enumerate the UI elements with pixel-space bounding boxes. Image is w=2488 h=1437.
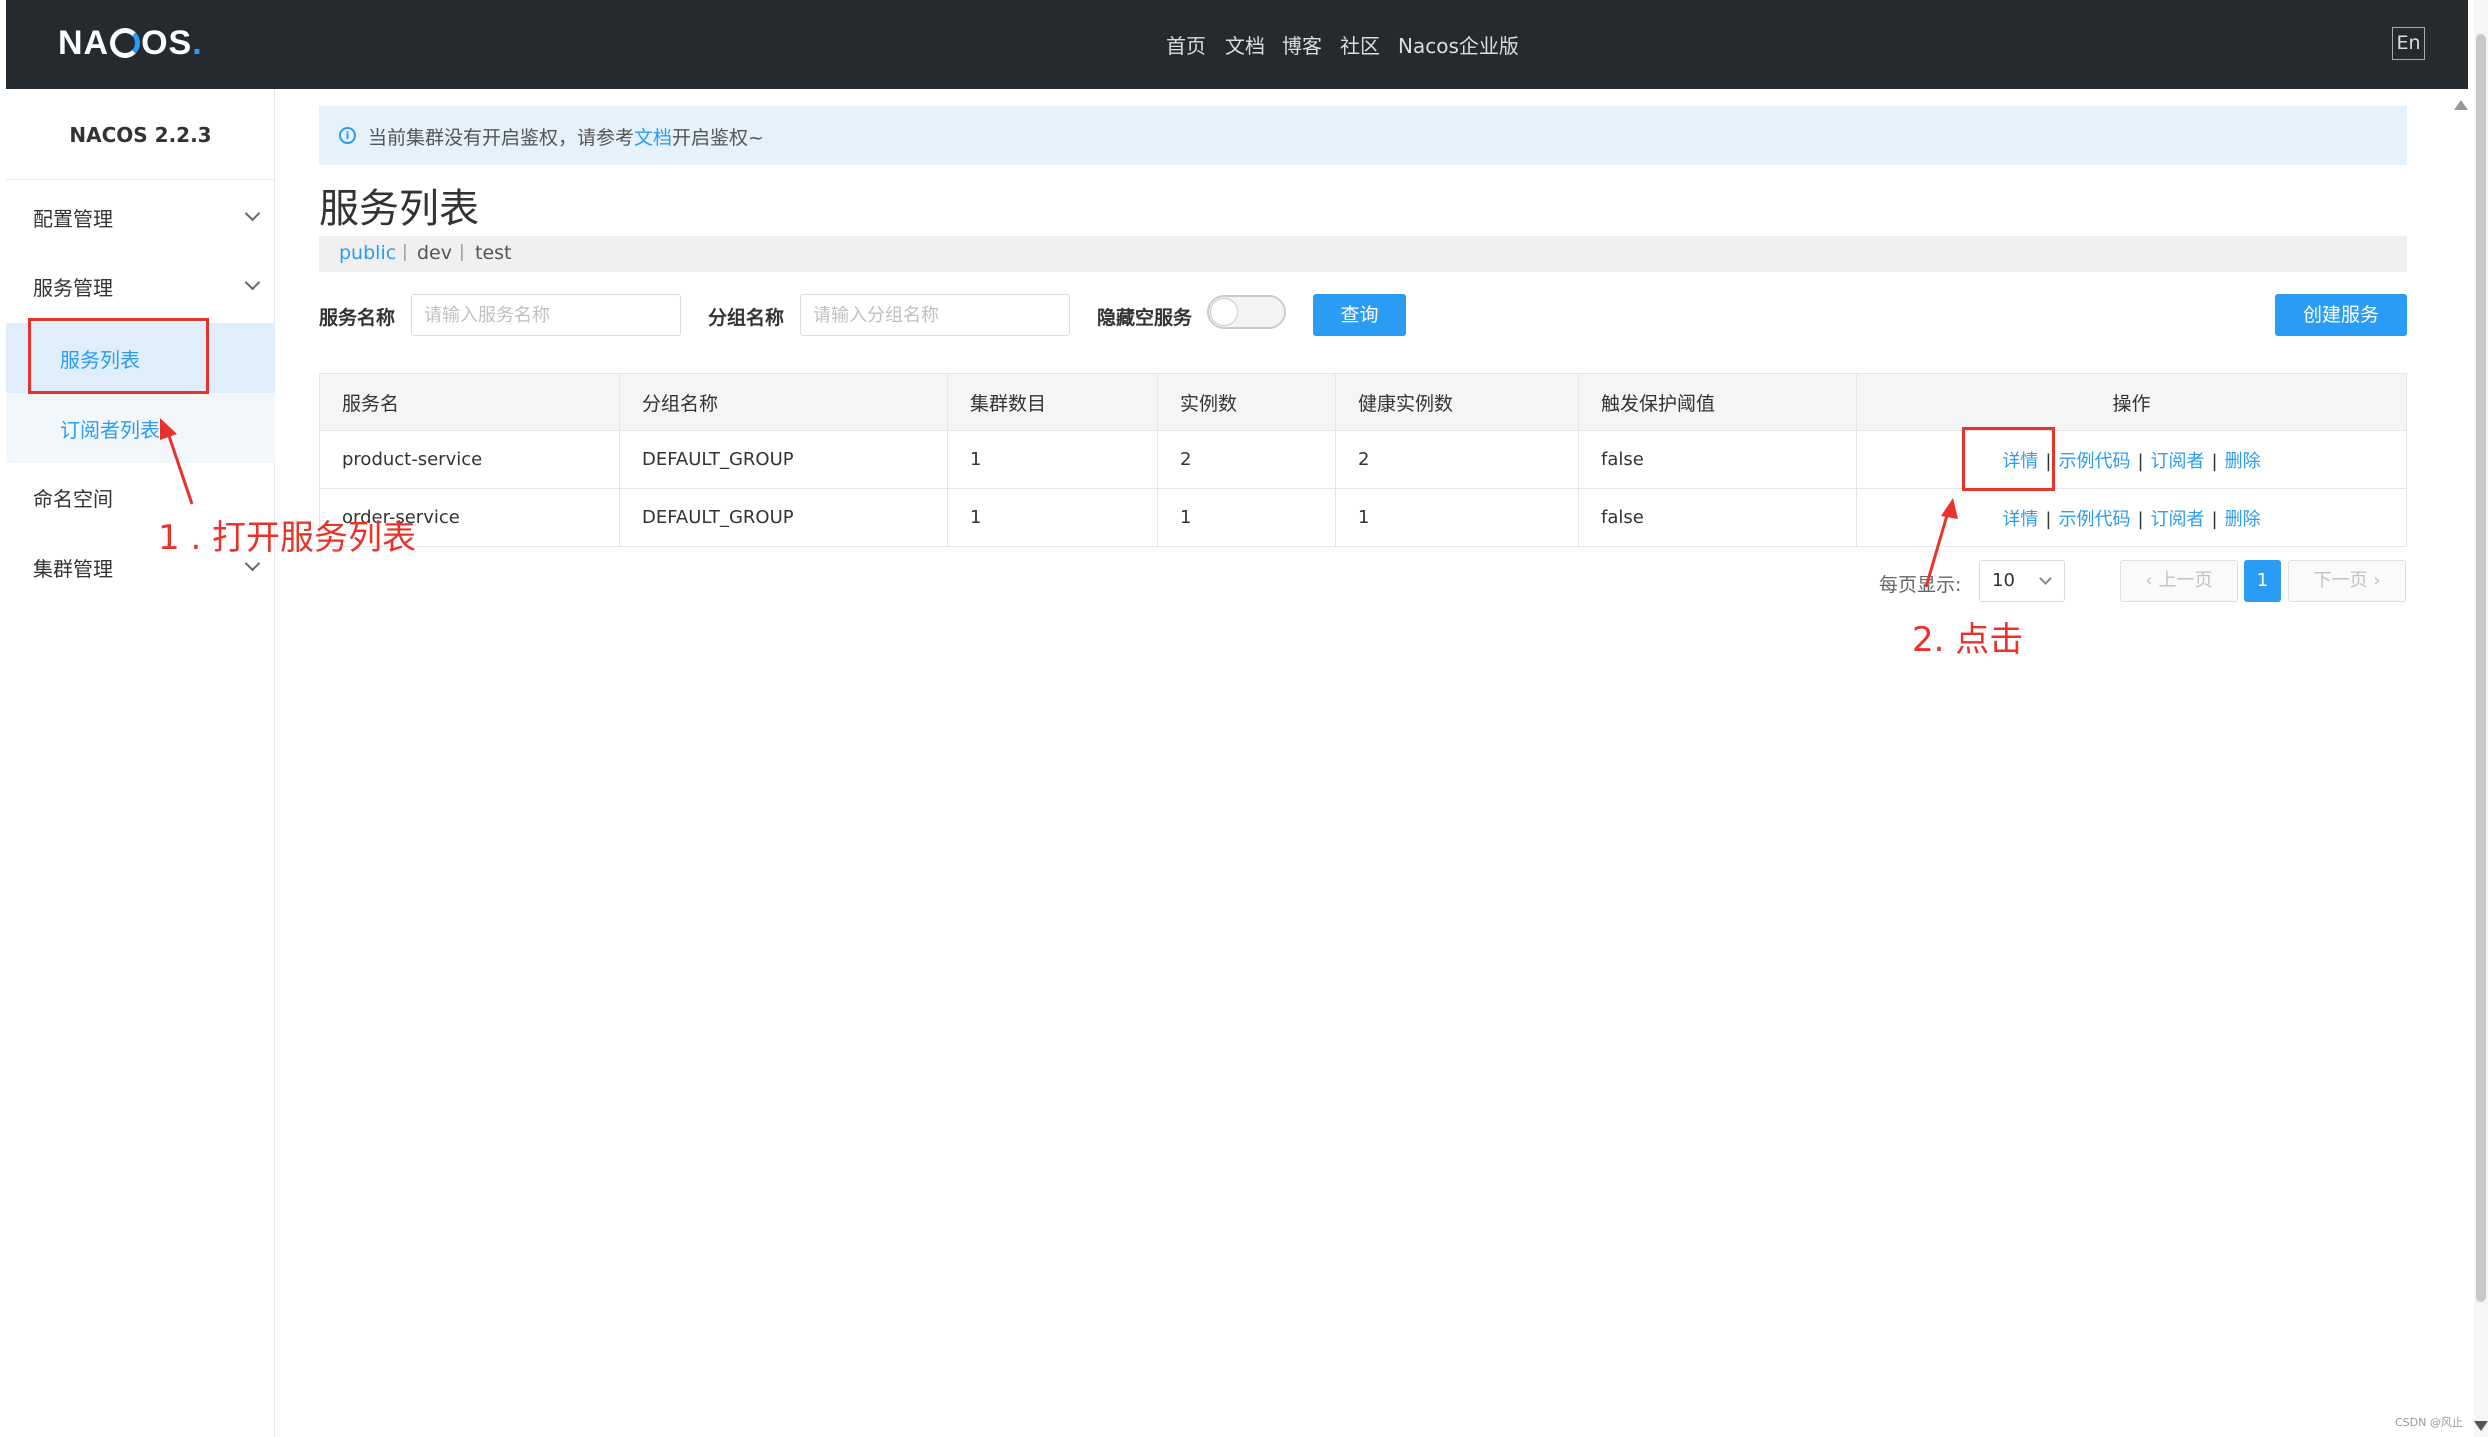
cell-instance-count: 1 — [1157, 488, 1336, 547]
sidebar-divider — [6, 179, 275, 180]
annotation-note-1: 1 . 打开服务列表 — [158, 518, 417, 558]
group-name-label: 分组名称 — [708, 307, 785, 329]
column-header: 操作 — [1856, 373, 2407, 431]
info-icon: i — [339, 127, 356, 144]
nav-enterprise-link[interactable]: Nacos企业版 — [1398, 30, 1519, 59]
subscriber-link[interactable]: 订阅者 — [2151, 509, 2205, 530]
nav-docs-link[interactable]: 文档 — [1225, 30, 1265, 59]
column-header: 实例数 — [1157, 373, 1336, 431]
column-header: 触发保护阈值 — [1578, 373, 1857, 431]
scroll-up-icon[interactable] — [2454, 100, 2468, 110]
column-header: 服务名 — [319, 373, 620, 431]
sidebar-item-namespace[interactable]: 命名空间 — [33, 483, 113, 512]
hide-empty-label: 隐藏空服务 — [1097, 307, 1193, 329]
top-navbar: NA OS. 首页 文档 博客 社区 Nacos企业版 En — [6, 0, 2468, 89]
cell-group-name: DEFAULT_GROUP — [619, 430, 948, 489]
hide-empty-toggle[interactable] — [1207, 295, 1286, 329]
namespace-bar: public | dev | test — [319, 236, 2407, 272]
nav-home-link[interactable]: 首页 — [1166, 30, 1206, 59]
chevron-down-icon — [244, 274, 261, 291]
query-button[interactable]: 查询 — [1313, 294, 1406, 336]
cell-threshold: false — [1578, 430, 1857, 489]
watermark: CSDN @风止 — [2395, 1416, 2463, 1429]
detail-link[interactable]: 详情 — [2002, 509, 2038, 530]
service-name-label: 服务名称 — [319, 307, 396, 329]
service-name-input[interactable] — [411, 294, 681, 336]
page-size-label: 每页显示: — [1879, 574, 1962, 596]
cell-actions: 详情 | 示例代码 | 订阅者 | 删除 — [1856, 488, 2407, 547]
nav-blog-link[interactable]: 博客 — [1282, 30, 1322, 59]
cell-threshold: false — [1578, 488, 1857, 547]
namespace-separator: | — [402, 242, 408, 262]
nacos-logo[interactable]: NA OS. — [58, 24, 203, 63]
nav-community-link[interactable]: 社区 — [1340, 30, 1380, 59]
table-row: product-service DEFAULT_GROUP 1 2 2 fals… — [319, 430, 2407, 489]
cell-actions: 详情 | 示例代码 | 订阅者 | 删除 — [1856, 430, 2407, 489]
column-header: 分组名称 — [619, 373, 948, 431]
create-service-button[interactable]: 创建服务 — [2275, 294, 2407, 336]
namespace-test[interactable]: test — [475, 242, 512, 264]
cell-service-name: product-service — [319, 430, 620, 489]
namespace-public[interactable]: public — [339, 242, 396, 264]
service-table: 服务名 分组名称 集群数目 实例数 健康实例数 触发保护阈值 操作 produc… — [319, 373, 2407, 547]
next-page-button[interactable]: 下一页 › — [2288, 560, 2406, 602]
cell-cluster-count: 1 — [947, 430, 1158, 489]
toggle-knob — [1210, 298, 1238, 326]
sidebar: NACOS 2.2.3 配置管理 服务管理 服务列表 订阅者列表 命名空间 集群… — [6, 89, 275, 1437]
chevron-down-icon — [2039, 572, 2052, 585]
alert-doc-link[interactable]: 文档 — [634, 127, 672, 149]
table-header-row: 服务名 分组名称 集群数目 实例数 健康实例数 触发保护阈值 操作 — [319, 373, 2407, 431]
cell-cluster-count: 1 — [947, 488, 1158, 547]
cell-healthy-count: 2 — [1335, 430, 1579, 489]
annotation-box-detail — [1962, 427, 2055, 491]
version-label: NACOS 2.2.3 — [69, 123, 212, 147]
current-page-button[interactable]: 1 — [2244, 560, 2281, 602]
subscriber-link[interactable]: 订阅者 — [2151, 451, 2205, 472]
alert-text: 当前集群没有开启鉴权，请参考文档开启鉴权~ — [368, 127, 764, 149]
cell-healthy-count: 1 — [1335, 488, 1579, 547]
sidebar-item-service[interactable]: 服务管理 — [33, 272, 113, 301]
group-name-input[interactable] — [800, 294, 1070, 336]
sidebar-item-subscriber-list[interactable]: 订阅者列表 — [60, 414, 160, 443]
sample-code-link[interactable]: 示例代码 — [2058, 451, 2130, 472]
chevron-down-icon — [244, 205, 261, 222]
namespace-separator: | — [459, 242, 465, 262]
sidebar-item-config[interactable]: 配置管理 — [33, 203, 113, 232]
column-header: 健康实例数 — [1335, 373, 1579, 431]
namespace-dev[interactable]: dev — [417, 242, 452, 264]
delete-link[interactable]: 删除 — [2225, 451, 2261, 472]
scrollbar-thumb[interactable] — [2476, 34, 2486, 1302]
cell-instance-count: 2 — [1157, 430, 1336, 489]
page-title: 服务列表 — [319, 186, 479, 232]
scroll-down-icon[interactable] — [2474, 1421, 2488, 1431]
auth-alert: i 当前集群没有开启鉴权，请参考文档开启鉴权~ — [319, 106, 2407, 165]
language-toggle-button[interactable]: En — [2392, 27, 2425, 60]
column-header: 集群数目 — [947, 373, 1158, 431]
prev-page-button[interactable]: ‹ 上一页 — [2120, 560, 2238, 602]
delete-link[interactable]: 删除 — [2225, 509, 2261, 530]
annotation-note-2: 2. 点击 — [1912, 620, 2024, 660]
table-row: order-service DEFAULT_GROUP 1 1 1 false … — [319, 488, 2407, 547]
cell-group-name: DEFAULT_GROUP — [619, 488, 948, 547]
sidebar-item-cluster[interactable]: 集群管理 — [33, 553, 113, 582]
page-size-select[interactable]: 10 — [1979, 560, 2065, 602]
sample-code-link[interactable]: 示例代码 — [2058, 509, 2130, 530]
annotation-box-service-list — [28, 318, 209, 394]
